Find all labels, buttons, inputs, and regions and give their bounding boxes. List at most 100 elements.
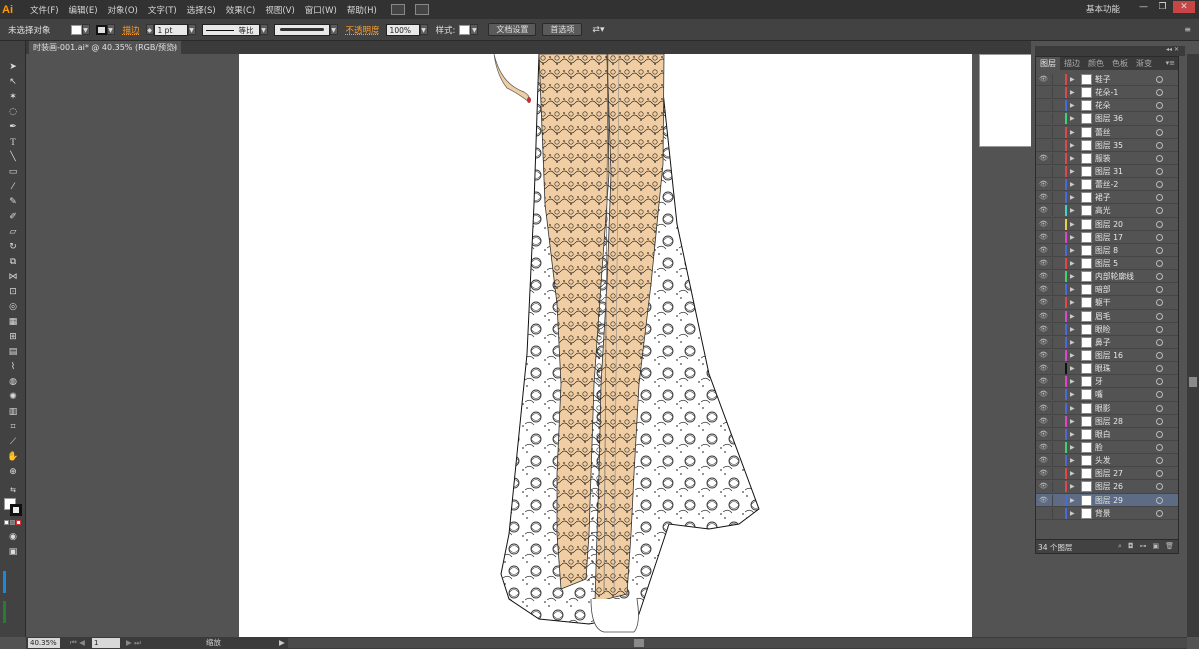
lock-toggle[interactable] [1052, 363, 1062, 375]
eraser-tool-icon[interactable]: ▱ [6, 226, 20, 238]
lock-toggle[interactable] [1052, 297, 1062, 309]
stroke-weight-stepper[interactable]: ◆ [145, 24, 154, 35]
visibility-eye-icon[interactable]: 👁 [1039, 364, 1049, 372]
layer-name[interactable]: 图层 35 [1095, 139, 1123, 152]
status-label[interactable]: 缩放 [206, 637, 221, 649]
layer-row[interactable]: 👁 ▶ 脸 [1036, 441, 1178, 455]
lasso-tool-icon[interactable]: ◌ [6, 106, 20, 118]
delete-layer-icon[interactable]: 🗑 [1165, 542, 1174, 551]
menu-edit[interactable]: 编辑(E) [69, 4, 98, 16]
lock-toggle[interactable] [1052, 494, 1062, 506]
lock-toggle[interactable] [1052, 336, 1062, 348]
arrange-icon[interactable]: ⇄▾ [592, 25, 604, 35]
preferences-button[interactable]: 首选项 [542, 23, 583, 36]
layer-name[interactable]: 服装 [1095, 152, 1111, 165]
arrange-documents-icon[interactable] [414, 4, 429, 15]
expand-arrow-icon[interactable]: ▶ [1070, 231, 1075, 244]
expand-arrow-icon[interactable]: ▶ [1070, 270, 1075, 283]
target-circle-icon[interactable] [1156, 246, 1163, 254]
lock-toggle[interactable] [1052, 179, 1062, 191]
visibility-eye-icon[interactable]: 👁 [1039, 180, 1049, 188]
visibility-eye-icon[interactable]: 👁 [1039, 351, 1049, 359]
direct-selection-tool-icon[interactable]: ↖ [6, 76, 20, 88]
pen-tool-icon[interactable]: ✒ [6, 121, 20, 133]
target-circle-icon[interactable] [1156, 286, 1163, 294]
first-artboard-icon[interactable]: ⏮ ◀ [70, 637, 85, 649]
target-circle-icon[interactable] [1156, 233, 1163, 241]
target-circle-icon[interactable] [1156, 443, 1163, 451]
document-setup-button[interactable]: 文档设置 [488, 23, 537, 36]
expand-arrow-icon[interactable]: ▶ [1070, 415, 1075, 428]
lock-toggle[interactable] [1052, 165, 1062, 177]
lock-toggle[interactable] [1052, 257, 1062, 269]
layer-name[interactable]: 高光 [1095, 204, 1111, 217]
slice-tool-icon[interactable]: ⟋ [6, 436, 20, 448]
eyedropper-tool-icon[interactable]: ⌇ [6, 361, 20, 373]
target-circle-icon[interactable] [1156, 312, 1163, 320]
expand-arrow-icon[interactable]: ▶ [1070, 467, 1075, 480]
tab-stroke[interactable]: 描边 [1060, 57, 1084, 70]
paintbrush-tool-icon[interactable]: ⁄ [6, 181, 20, 193]
lock-toggle[interactable] [1052, 349, 1062, 361]
style-swatch[interactable] [459, 24, 471, 35]
lock-toggle[interactable] [1052, 455, 1062, 467]
menu-view[interactable]: 视图(V) [265, 4, 294, 16]
opacity-field[interactable]: 100% [385, 23, 420, 36]
expand-arrow-icon[interactable]: ▶ [1070, 362, 1075, 375]
lock-toggle[interactable] [1052, 231, 1062, 243]
visibility-eye-icon[interactable]: 👁 [1039, 325, 1049, 333]
expand-arrow-icon[interactable]: ▶ [1070, 323, 1075, 336]
layer-row[interactable]: ▶ 图层 36 [1036, 112, 1178, 126]
lock-toggle[interactable] [1052, 402, 1062, 414]
expand-arrow-icon[interactable]: ▶ [1070, 86, 1075, 99]
perspective-grid-tool-icon[interactable]: ▦ [6, 316, 20, 328]
vertical-scroll-thumb[interactable] [1189, 377, 1197, 387]
visibility-eye-icon[interactable] [1039, 128, 1049, 136]
expand-arrow-icon[interactable]: ▶ [1070, 310, 1075, 323]
expand-arrow-icon[interactable]: ▶ [1070, 218, 1075, 231]
visibility-eye-icon[interactable]: 👁 [1039, 496, 1049, 504]
layer-name[interactable]: 眼睑 [1095, 323, 1111, 336]
scale-tool-icon[interactable]: ⧉ [6, 256, 20, 268]
layer-name[interactable]: 花朵 [1095, 99, 1111, 112]
layer-row[interactable]: 👁 ▶ 图层 27 [1036, 467, 1178, 481]
layer-row[interactable]: 👁 ▶ 图层 16 [1036, 349, 1178, 363]
layer-row[interactable]: ▶ 蕾丝 [1036, 126, 1178, 139]
layer-name[interactable]: 嘴 [1095, 388, 1103, 401]
layer-name[interactable]: 暗部 [1095, 283, 1111, 296]
visibility-eye-icon[interactable]: 👁 [1039, 259, 1049, 267]
target-circle-icon[interactable] [1156, 391, 1163, 399]
draw-mode-icon[interactable]: ◉ [6, 531, 20, 543]
mesh-tool-icon[interactable]: ⊞ [6, 331, 20, 343]
target-circle-icon[interactable] [1156, 207, 1163, 215]
layer-name[interactable]: 躯干 [1095, 296, 1111, 309]
target-circle-icon[interactable] [1156, 76, 1163, 83]
layer-row[interactable]: 👁 ▶ 眼珠 [1036, 362, 1178, 376]
layer-row[interactable]: 👁 ▶ 裙子 [1036, 191, 1178, 205]
expand-arrow-icon[interactable]: ▶ [1070, 244, 1075, 257]
rotate-tool-icon[interactable]: ↻ [6, 241, 20, 253]
visibility-eye-icon[interactable]: 👁 [1039, 482, 1049, 490]
layer-name[interactable]: 图层 31 [1095, 165, 1123, 178]
target-circle-icon[interactable] [1156, 181, 1163, 189]
gradient-tool-icon[interactable]: ▤ [6, 346, 20, 358]
expand-arrow-icon[interactable]: ▶ [1070, 375, 1075, 388]
layer-row[interactable]: ▶ 花朵 [1036, 99, 1178, 113]
lock-toggle[interactable] [1052, 428, 1062, 440]
visibility-eye-icon[interactable]: 👁 [1039, 206, 1049, 214]
expand-arrow-icon[interactable]: ▶ [1070, 99, 1075, 112]
target-circle-icon[interactable] [1156, 259, 1163, 267]
expand-arrow-icon[interactable]: ▶ [1070, 402, 1075, 415]
lock-toggle[interactable] [1052, 507, 1062, 519]
target-circle-icon[interactable] [1156, 351, 1163, 359]
target-circle-icon[interactable] [1156, 220, 1163, 228]
expand-arrow-icon[interactable]: ▶ [1070, 283, 1075, 296]
close-tab-icon[interactable]: × [171, 41, 178, 54]
layer-row[interactable]: ▶ 花朵-1 [1036, 86, 1178, 100]
opacity-label[interactable]: 不透明度 [346, 24, 380, 36]
stroke-weight-field[interactable]: 1 pt [153, 23, 188, 36]
visibility-eye-icon[interactable]: 👁 [1039, 456, 1049, 464]
stroke-label[interactable]: 描边 [123, 24, 140, 36]
stroke-box[interactable] [10, 504, 22, 516]
make-clipping-mask-icon[interactable]: ◘ [1128, 542, 1134, 551]
